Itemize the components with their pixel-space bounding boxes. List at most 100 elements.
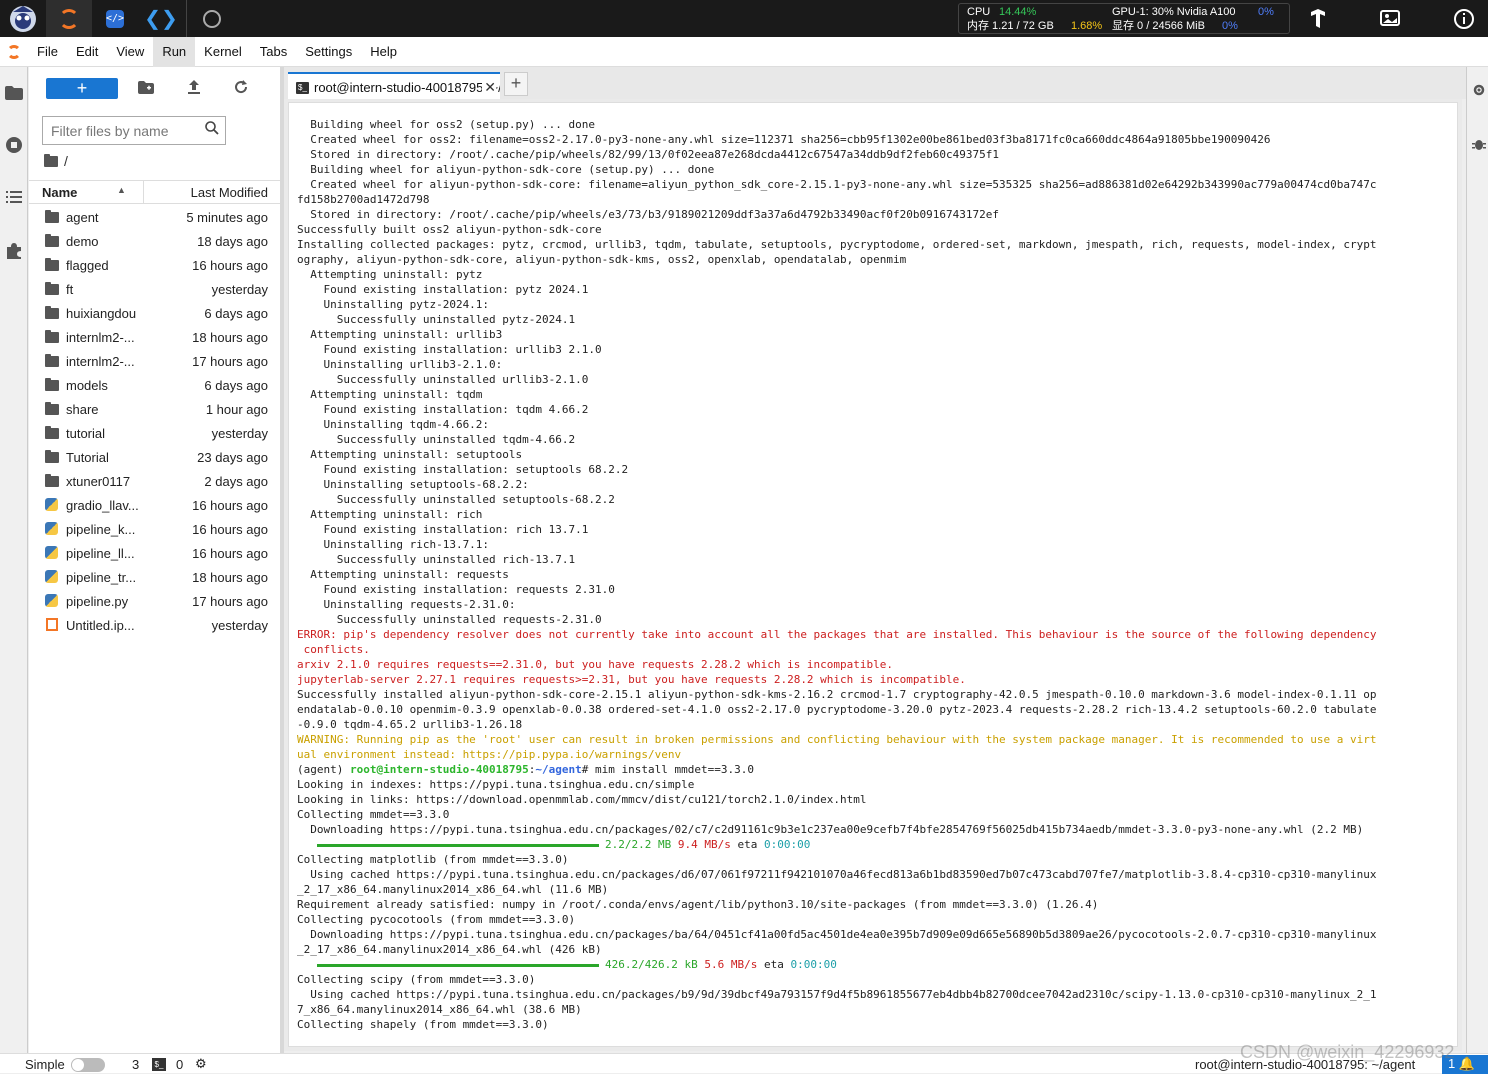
file-row[interactable]: xtuner0117 2 days ago [29,469,280,493]
terminal-line: Attempting uninstall: urllib3 [297,328,503,341]
download-progress-line: 2.2/2.2 MB 9.4 MB/s eta 0:00:00 [297,837,1449,852]
file-modified: yesterday [211,618,268,633]
menu-view[interactable]: View [107,37,153,67]
file-modified: 1 hour ago [205,402,268,417]
menu-file[interactable]: File [28,37,67,67]
file-modified: 6 days ago [204,306,268,321]
vram-label: 显存 0 / 24566 MiB [1112,20,1205,32]
file-browser-icon[interactable] [4,83,24,103]
tensorflow-icon[interactable] [1296,0,1340,37]
file-name: demo [66,234,99,249]
memory-label: 内存 1.21 / 72 GB [967,20,1054,32]
file-modified: 23 days ago [197,450,268,465]
info-icon[interactable] [1442,0,1486,37]
menu-kernel[interactable]: Kernel [195,37,251,67]
prompt-env: (agent) [297,763,350,776]
file-row[interactable]: demo 18 days ago [29,229,280,253]
file-row[interactable]: pipeline.py 17 hours ago [29,589,280,613]
progress-eta: 0:00:00 [763,838,811,851]
compass-icon[interactable] [189,0,235,37]
column-divider[interactable] [143,181,144,203]
terminal-error-line: ERROR: pip's dependency resolver does no… [297,628,1377,641]
kernel-count[interactable]: 3 [132,1057,139,1072]
column-modified-header[interactable]: Last Modified [191,185,268,200]
simple-mode-toggle[interactable] [71,1058,105,1072]
vscode-icon[interactable]: ❮❯ [138,0,184,37]
file-row[interactable]: share 1 hour ago [29,397,280,421]
property-inspector-icon[interactable] [1472,83,1486,97]
file-row[interactable]: pipeline_tr... 18 hours ago [29,565,280,589]
file-row[interactable]: internlm2-... 17 hours ago [29,349,280,373]
terminal-line: Looking in links: https://download.openm… [297,793,867,806]
terminal-output[interactable]: Building wheel for oss2 (setup.py) ... d… [288,102,1458,1047]
kernel-status-gear-icon[interactable]: ⚙ [195,1056,207,1072]
refresh-icon[interactable] [231,79,251,99]
terminal-error-line: arxiv 2.1.0 requires requests==2.31.0, b… [297,658,894,671]
terminal-line: Uninstalling requests-2.31.0: [297,598,516,611]
cpu-value: 14.44% [999,6,1037,18]
file-row[interactable]: huixiangdou 6 days ago [29,301,280,325]
file-row[interactable]: models 6 days ago [29,373,280,397]
python-file-icon [45,594,58,607]
menu-tabs[interactable]: Tabs [251,37,296,67]
terminal-line: fd158b2700ad1472d798 [297,193,430,206]
file-row[interactable]: Untitled.ip... yesterday [29,613,280,637]
sort-ascending-icon[interactable]: ▲ [117,185,126,195]
file-row[interactable]: ft yesterday [29,277,280,301]
menu-run[interactable]: Run [153,36,196,67]
progress-bar [317,843,599,847]
menu-edit[interactable]: Edit [67,37,107,67]
terminal-line: Created wheel for aliyun-python-sdk-core… [297,178,1377,191]
table-of-contents-icon[interactable] [4,187,24,207]
terminal-count[interactable]: 0 [176,1057,183,1072]
file-row[interactable]: tutorial yesterday [29,421,280,445]
tab-terminal[interactable]: $_ root@intern-studio-40018795: ~/agent … [288,72,500,99]
breadcrumb[interactable]: / [44,153,68,169]
column-name-header[interactable]: Name [42,185,77,200]
terminal-line: Stored in directory: /root/.cache/pip/wh… [297,148,999,161]
image-icon[interactable] [1368,0,1412,37]
file-row[interactable]: Tutorial 23 days ago [29,445,280,469]
terminal-line: Uninstalling urllib3-2.1.0: [297,358,503,371]
user-avatar-icon[interactable] [0,0,46,37]
extensions-icon[interactable] [4,240,24,260]
file-row[interactable]: internlm2-... 18 hours ago [29,325,280,349]
file-name: tutorial [66,426,106,441]
file-modified: 17 hours ago [192,354,268,369]
notebook-file-icon [46,618,58,631]
terminal-line: Found existing installation: urllib3 2.1… [297,343,602,356]
debugger-icon[interactable] [1472,137,1486,151]
file-row[interactable]: agent 5 minutes ago [29,205,280,229]
file-row[interactable]: gradio_llav... 16 hours ago [29,493,280,517]
terminal-line: Downloading https://pypi.tuna.tsinghua.e… [297,928,1377,941]
terminal-line: Collecting mmdet==3.3.0 [297,808,450,821]
vscode-remote-icon[interactable]: </> [92,0,138,37]
running-kernels-icon[interactable] [4,135,24,155]
new-folder-icon[interactable] [136,79,156,99]
upload-icon[interactable] [184,79,204,99]
close-tab-icon[interactable]: ✕ [482,79,496,96]
terminal-line: Attempting uninstall: requests [297,568,509,581]
terminal-line: Successfully installed aliyun-python-sdk… [297,688,1377,701]
folder-icon [45,306,59,319]
file-row[interactable]: pipeline_k... 16 hours ago [29,517,280,541]
file-row[interactable]: pipeline_ll... 16 hours ago [29,541,280,565]
file-row[interactable]: flagged 16 hours ago [29,253,280,277]
menu-help[interactable]: Help [361,37,406,67]
new-launcher-button[interactable]: + [46,78,118,99]
file-modified: 18 days ago [197,234,268,249]
new-tab-button[interactable]: + [504,72,528,96]
terminal-line: Attempting uninstall: rich [297,508,483,521]
file-name: xtuner0117 [66,474,131,489]
folder-icon [45,402,59,415]
terminal-line: _2_17_x86_64.manylinux2014_x86_64.whl (4… [297,943,602,956]
file-modified: 18 hours ago [192,330,268,345]
terminal-line: 7_x86_64.manylinux2014_x86_64.whl (38.6 … [297,1003,582,1016]
filter-files-input[interactable]: Filter files by name [42,116,226,145]
jupyter-app-icon[interactable] [46,0,92,37]
resource-monitor: CPU 14.44% GPU-1: 30% Nvidia A100 0% 内存 … [958,3,1290,34]
menu-settings[interactable]: Settings [296,37,361,67]
progress-eta: 0:00:00 [790,958,837,971]
tab-bar: $_ root@intern-studio-40018795: ~/agent … [284,67,1466,99]
breadcrumb-root[interactable]: / [64,153,68,169]
